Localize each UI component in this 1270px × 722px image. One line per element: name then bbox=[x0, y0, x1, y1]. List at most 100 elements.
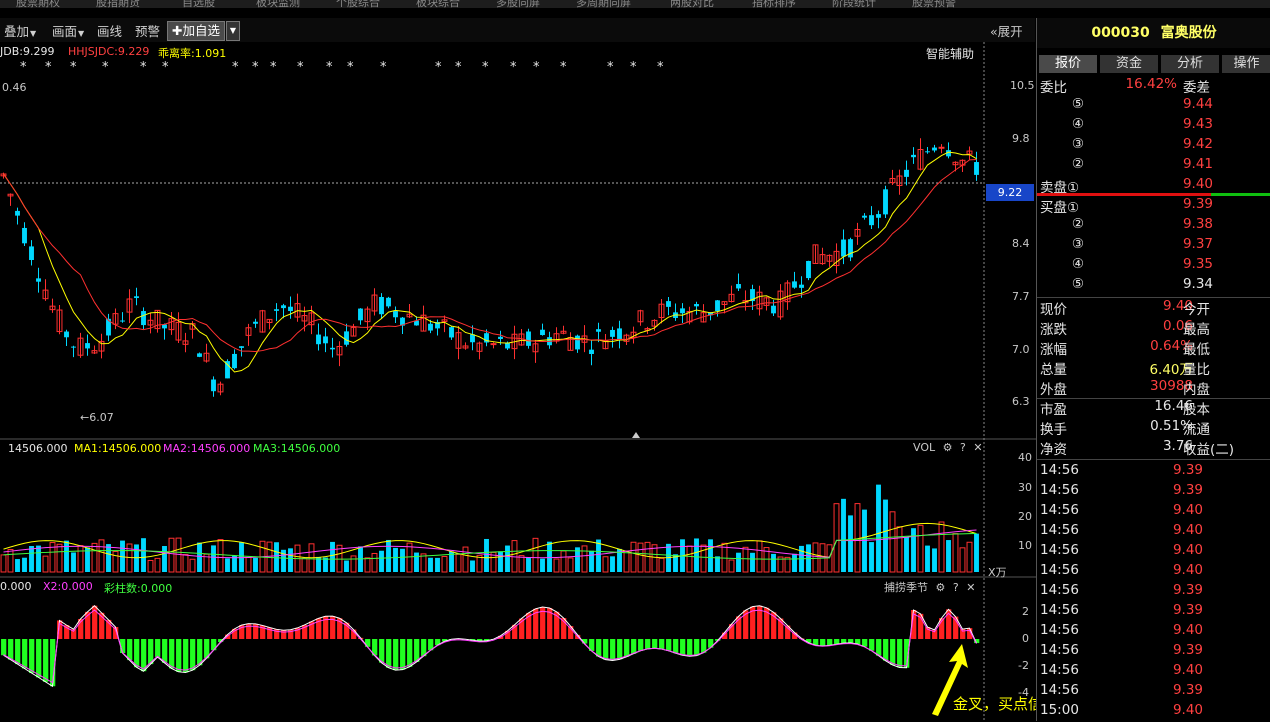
candle-down bbox=[596, 329, 601, 332]
volume-bar-down bbox=[771, 553, 776, 572]
volume-bar-down bbox=[526, 557, 531, 572]
quote-row: 总量 6.40万 量比 bbox=[1037, 358, 1270, 378]
oscillator-bar bbox=[652, 639, 658, 649]
top-menu-item[interactable]: 板块监测 bbox=[256, 0, 300, 8]
draw-line-button[interactable]: 画线 bbox=[97, 21, 122, 40]
weicha-label: 委差 bbox=[1183, 80, 1210, 96]
top-menu-item[interactable]: 阶段统计 bbox=[832, 0, 876, 8]
tick-row: 14:56 9.40 bbox=[1037, 662, 1270, 682]
bid-price: 9.35 bbox=[1182, 256, 1213, 272]
candle-down bbox=[771, 305, 776, 314]
osc-panel-header: 捕捞季节 ⚙ ? ✕ bbox=[884, 579, 975, 595]
oscillator-bar bbox=[624, 639, 630, 657]
candle-down bbox=[344, 331, 349, 345]
vol-indicator-name[interactable]: VOL bbox=[913, 441, 935, 454]
volume-bar-up bbox=[245, 557, 252, 573]
volume-bar-down bbox=[379, 550, 384, 572]
hhjsjdc-value: HHJSJDC:9.229 bbox=[68, 45, 150, 58]
bid-row: ④ 9.35 bbox=[1037, 256, 1270, 276]
tab-funds[interactable]: 资金 bbox=[1100, 55, 1158, 73]
tick-time: 14:56 bbox=[1040, 542, 1079, 558]
screen-menu[interactable]: 画面▼ bbox=[52, 21, 84, 40]
tab-operation[interactable]: 操作 bbox=[1222, 55, 1270, 73]
oscillator-bar bbox=[141, 639, 147, 672]
volume-bar-down bbox=[211, 545, 216, 572]
close-icon[interactable]: ✕ bbox=[973, 441, 982, 454]
oscillator-bar bbox=[155, 639, 161, 658]
volume-bar-up bbox=[42, 555, 49, 573]
volume-bar-up bbox=[742, 546, 749, 573]
top-menu-item[interactable]: 指标排序 bbox=[752, 0, 796, 8]
add-watchlist-button[interactable]: ✚加自选 bbox=[167, 21, 225, 41]
stat-row: 净资 3.76 收益(二) bbox=[1037, 438, 1270, 458]
top-menu-item[interactable]: 两股对比 bbox=[670, 0, 714, 8]
close-icon[interactable]: ✕ bbox=[966, 581, 975, 594]
top-menu-item[interactable]: 股指期货 bbox=[96, 0, 140, 8]
y-tick: 6.3 bbox=[1012, 395, 1030, 408]
candle-down bbox=[862, 215, 867, 218]
candle-down bbox=[449, 327, 454, 338]
tick-price: 9.39 bbox=[1172, 582, 1203, 598]
vol-ma2: MA2:14506.000 bbox=[163, 442, 251, 455]
gear-icon[interactable]: ⚙ bbox=[936, 581, 946, 594]
top-menu-item[interactable]: 股票期权 bbox=[16, 0, 60, 8]
alert-button[interactable]: 预警 bbox=[135, 21, 160, 40]
oscillator-bar bbox=[596, 639, 602, 657]
quote-row: 涨幅 0.64% 最低 bbox=[1037, 338, 1270, 358]
gear-icon[interactable]: ⚙ bbox=[943, 441, 953, 454]
signal-star-marker: * bbox=[560, 60, 567, 75]
top-menu-item[interactable]: 股票预警 bbox=[912, 0, 956, 8]
ask-row: ⑤ 9.44 bbox=[1037, 96, 1270, 116]
order-level: ② bbox=[1071, 156, 1084, 172]
signal-star-marker: * bbox=[630, 60, 637, 75]
expand-button[interactable]: «展开 bbox=[990, 21, 1023, 40]
weibi-label: 委比 bbox=[1040, 80, 1067, 96]
volume-bar-up bbox=[602, 556, 609, 573]
candle-down bbox=[274, 309, 279, 311]
oscillator-bar bbox=[15, 639, 21, 665]
oscillator-bar bbox=[841, 639, 847, 644]
quote-value: 9.40 bbox=[1162, 298, 1193, 314]
top-menu-item[interactable]: 板块综合 bbox=[416, 0, 460, 8]
osc-bar-count: 彩柱数:0.000 bbox=[104, 582, 173, 595]
top-menu-item[interactable]: 个股综合 bbox=[336, 0, 380, 8]
volume-bar-up bbox=[189, 558, 196, 573]
signal-star-marker: * bbox=[510, 60, 517, 75]
volume-bar-down bbox=[911, 528, 916, 572]
tick-time: 14:56 bbox=[1040, 522, 1079, 538]
candle-down bbox=[974, 162, 979, 175]
stat-label: 换手 bbox=[1040, 422, 1067, 438]
candle-down bbox=[120, 320, 125, 322]
candle-down bbox=[680, 308, 685, 314]
candle-down bbox=[323, 336, 328, 344]
oscillator-bar bbox=[680, 639, 686, 656]
top-menu-item[interactable]: 自选股 bbox=[182, 0, 215, 8]
bid-price: 9.38 bbox=[1182, 216, 1213, 232]
candle-down bbox=[736, 284, 741, 289]
oscillator-bar bbox=[673, 639, 679, 654]
top-menu-item[interactable]: 多股同屏 bbox=[496, 0, 540, 8]
help-icon[interactable]: ? bbox=[953, 581, 959, 594]
oscillator-bar bbox=[407, 639, 413, 667]
volume-bar-down bbox=[141, 538, 146, 572]
candle-down bbox=[610, 329, 615, 337]
volume-bar-down bbox=[505, 545, 510, 572]
osc-indicator-name[interactable]: 捕捞季节 bbox=[884, 581, 928, 594]
top-menu-item[interactable]: 多周期同屏 bbox=[576, 0, 631, 8]
candle-down bbox=[526, 331, 531, 346]
tick-row: 14:56 9.39 bbox=[1037, 462, 1270, 482]
tab-quote[interactable]: 报价 bbox=[1039, 55, 1097, 73]
tick-time: 14:56 bbox=[1040, 562, 1079, 578]
order-level: ③ bbox=[1071, 136, 1084, 152]
volume-bar-down bbox=[106, 544, 111, 572]
volume-bar-down bbox=[386, 539, 391, 572]
oscillator-bar bbox=[631, 639, 637, 654]
add-watchlist-dropdown[interactable]: ▼ bbox=[226, 21, 240, 41]
quote-panel: 000030 富奥股份 报价 资金 分析 操作 委比 16.42% 委差 ⑤ 9.44 ④… bbox=[1036, 18, 1270, 721]
tab-analysis[interactable]: 分析 bbox=[1161, 55, 1219, 73]
smart-assist-button[interactable]: 智能辅助 bbox=[926, 45, 974, 62]
chart-area[interactable]: * * * * * * * * * * * * * * * * * * * * * * bbox=[0, 42, 1036, 721]
oscillator-bar bbox=[610, 639, 616, 661]
help-icon[interactable]: ? bbox=[960, 441, 966, 454]
overlay-menu[interactable]: 叠加▼ bbox=[4, 21, 36, 40]
